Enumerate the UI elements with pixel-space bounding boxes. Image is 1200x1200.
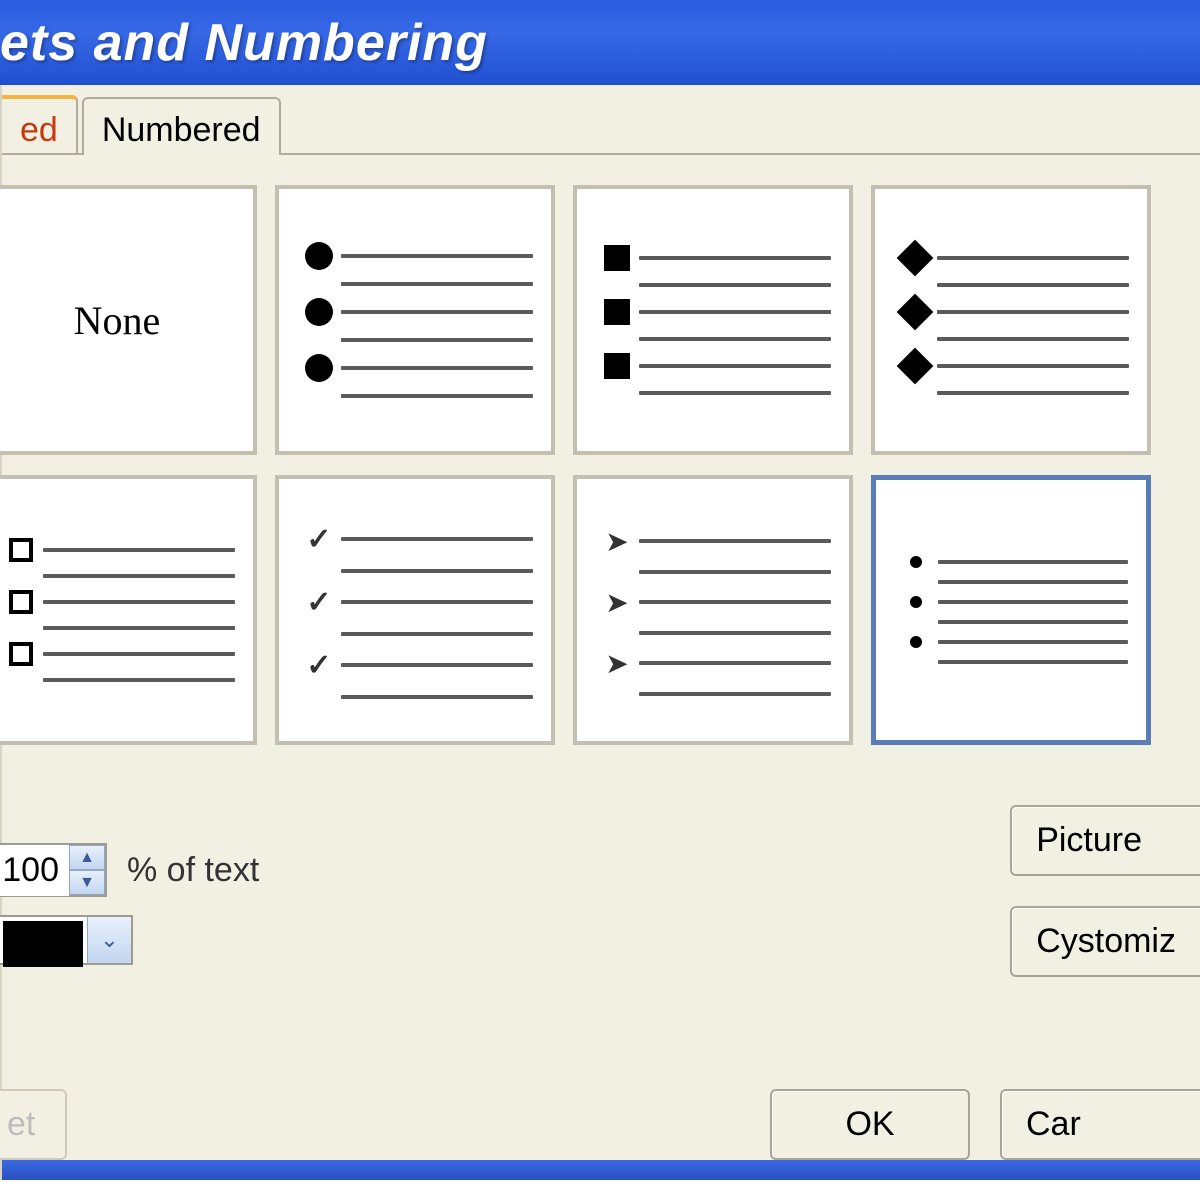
footer-bar	[2, 1160, 1200, 1180]
arrow-bullet-icon	[605, 586, 628, 619]
disc-bullet-icon	[305, 354, 333, 382]
square-bullet-icon	[604, 245, 630, 271]
size-label: % of text	[127, 851, 259, 890]
bottom-bar: et OK Car	[2, 1089, 1200, 1160]
bullet-tile-disc[interactable]	[275, 185, 555, 455]
tab-numbered-label: Numbered	[102, 111, 261, 149]
arrow-bullet-icon	[605, 647, 628, 680]
chevron-down-icon: ⌄	[100, 927, 118, 953]
window-title: ets and Numbering	[0, 13, 488, 73]
small-dot-bullet-icon	[910, 596, 922, 608]
check-bullet-icon	[306, 648, 331, 683]
tab-strip: ed Numbered	[2, 95, 1200, 155]
chevron-up-icon: ▲	[79, 849, 95, 867]
check-bullet-icon	[306, 585, 331, 620]
bullet-tile-check[interactable]	[275, 475, 555, 745]
bullet-style-grid: None	[0, 155, 1200, 745]
small-dot-bullet-icon	[910, 636, 922, 648]
customize-button-label: Cystomiz	[1036, 922, 1176, 960]
small-dot-bullet-icon	[910, 556, 922, 568]
bullet-tile-hollow-square[interactable]	[0, 475, 257, 745]
picture-button[interactable]: Picture	[1010, 805, 1200, 876]
diamond-bullet-icon	[897, 348, 934, 385]
bullet-tile-none[interactable]: None	[0, 185, 257, 455]
color-swatch	[3, 921, 83, 967]
reset-button: et	[0, 1089, 67, 1160]
disc-bullet-icon	[305, 298, 333, 326]
hollow-square-bullet-icon	[9, 642, 33, 666]
size-input[interactable]	[0, 845, 69, 896]
cancel-button[interactable]: Car	[1000, 1089, 1200, 1160]
check-bullet-icon	[306, 522, 331, 557]
picture-button-label: Picture	[1036, 821, 1142, 859]
chevron-down-icon: ▼	[79, 874, 95, 892]
hollow-square-bullet-icon	[9, 590, 33, 614]
bullet-tile-diamond[interactable]	[871, 185, 1151, 455]
none-label: None	[74, 297, 161, 344]
square-bullet-icon	[604, 353, 630, 379]
bullet-tile-square[interactable]	[573, 185, 853, 455]
spin-down-button[interactable]: ▼	[69, 870, 105, 895]
titlebar: ets and Numbering	[0, 0, 1200, 85]
bullet-tile-small-dot[interactable]	[871, 475, 1151, 745]
tab-bulleted-label: ed	[20, 111, 58, 149]
color-picker[interactable]: ⌄	[0, 915, 133, 965]
diamond-bullet-icon	[897, 240, 934, 277]
reset-button-label: et	[7, 1105, 35, 1143]
spin-up-button[interactable]: ▲	[69, 845, 105, 870]
tab-bulleted[interactable]: ed	[2, 95, 78, 153]
bullet-tile-arrow[interactable]	[573, 475, 853, 745]
color-dropdown-button[interactable]: ⌄	[87, 917, 131, 963]
customize-button[interactable]: Cystomiz	[1010, 906, 1200, 977]
disc-bullet-icon	[305, 242, 333, 270]
arrow-bullet-icon	[605, 525, 628, 558]
diamond-bullet-icon	[897, 294, 934, 331]
cancel-button-label: Car	[1026, 1105, 1081, 1143]
ok-button-label: OK	[845, 1105, 894, 1143]
hollow-square-bullet-icon	[9, 538, 33, 562]
ok-button[interactable]: OK	[770, 1089, 970, 1160]
tab-numbered[interactable]: Numbered	[82, 97, 281, 155]
size-spinner[interactable]: ▲ ▼	[0, 843, 107, 897]
dialog-body: ed Numbered None	[0, 85, 1200, 1180]
square-bullet-icon	[604, 299, 630, 325]
side-buttons: Picture Cystomiz	[1010, 805, 1200, 977]
